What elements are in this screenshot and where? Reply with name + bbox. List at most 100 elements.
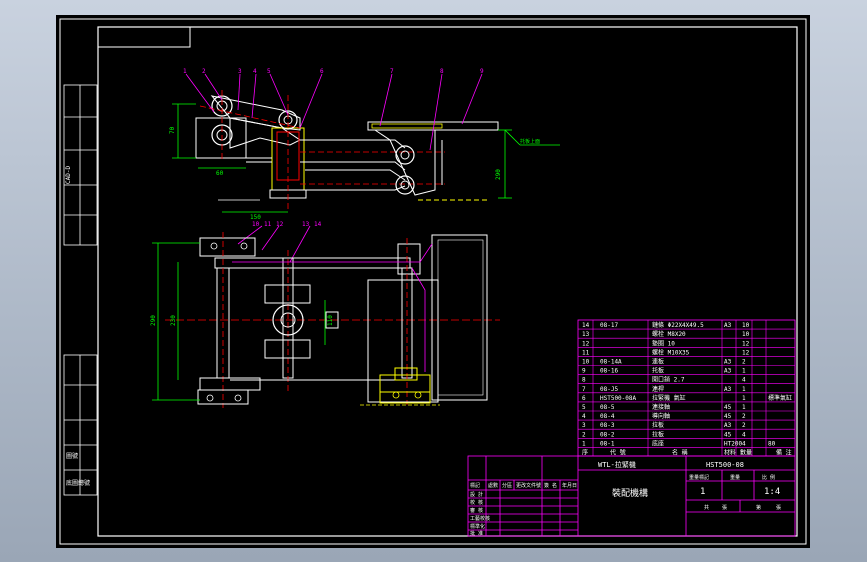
bom-row-no: 7 [582, 386, 586, 393]
bom-row-name: 螺栓 M8X20 [652, 330, 686, 338]
bom-row-mat: A3 [724, 386, 732, 393]
bom-row-no: 3 [582, 422, 586, 429]
bom-row-qty: 12 [742, 349, 750, 356]
sign-header-1: 分區 [502, 482, 512, 489]
bom-row-no: 14 [582, 322, 590, 329]
callout-1: 1 [183, 68, 187, 75]
bom-header-cell: 備 注 [776, 449, 792, 457]
dim-70: 70 [169, 126, 176, 134]
header-cell-1: 重量 [730, 474, 740, 481]
dim-150: 150 [250, 214, 261, 221]
bom-row-no: 10 [582, 359, 590, 366]
cad-drawing-canvas: CAD-D 圖號 底圖總號 托板上面 290 70 60 150 1 2 3 4… [56, 15, 810, 548]
bom-row-no: 2 [582, 431, 586, 438]
callout-3: 3 [238, 68, 242, 75]
header-cell-2: 比 例 [762, 474, 775, 481]
bom-row-name: 鏈條 Φ22X4X49.5 [652, 321, 704, 329]
callout-6: 6 [320, 68, 324, 75]
sign-label-1: 設 計 [470, 491, 483, 498]
bom-row-qty: 2 [742, 422, 746, 429]
bom-row-name: 墊圈 10 [652, 339, 675, 347]
bom-row-name: 連接軸 [652, 403, 670, 411]
callout-12: 12 [276, 221, 284, 228]
bom-row-name: 螺栓 M10X35 [652, 348, 690, 356]
bom-row-name: 導向軸 [652, 412, 670, 420]
bom-row-code: 08-14A [600, 359, 622, 366]
sign-header-4: 年月日 [562, 482, 577, 489]
sign-label-5: 標準化 [470, 523, 485, 530]
bom-row-qty: 4 [742, 431, 746, 438]
bom-row-qty: 1 [742, 386, 746, 393]
bom-row-code: 08-2 [600, 431, 615, 438]
bom-row-mat: A3 [724, 422, 732, 429]
dim-110: 110 [327, 315, 334, 326]
bom-header-cell: 代 號 [610, 449, 626, 457]
sheet-count: 1 [700, 487, 705, 497]
bom-row-no: 13 [582, 331, 590, 338]
bom-header-cell: 材料 [724, 449, 736, 457]
bom-row-no: 1 [582, 440, 586, 447]
sign-header-3: 簽 名 [544, 482, 557, 489]
bom-header-cell: 數量 [740, 449, 752, 457]
bom-row-qty: 10 [742, 322, 750, 329]
bom-row-no: 12 [582, 340, 590, 347]
title-right: HST500-08 [706, 461, 744, 469]
bom-row-code: 08-16 [600, 368, 618, 375]
bom-row-qty: 1 [742, 404, 746, 411]
sign-label-4: 工藝校核 [470, 515, 490, 522]
callout-2: 2 [202, 68, 206, 75]
bom-row-mat: A3 [724, 368, 732, 375]
footer-cell-0: 共 [704, 504, 709, 511]
bom-row-name: 連板 [652, 358, 664, 366]
dim-60: 60 [216, 170, 224, 177]
bom-header-cell: 名 稱 [672, 449, 688, 457]
bom-row-name: 拉緊機 氣缸 [652, 394, 686, 402]
callout-11: 11 [264, 221, 272, 228]
callout-14: 14 [314, 221, 322, 228]
footer-cell-1: 張 [722, 505, 727, 511]
bom-row-note: 標準氣缸 [768, 394, 792, 402]
bom-row-no: 9 [582, 368, 586, 375]
bom-row-code: 08-3 [600, 422, 615, 429]
bom-row-name: 托板 [652, 367, 664, 375]
bom-row-code: 08-1 [600, 440, 615, 447]
bom-row-mat: 45 [724, 404, 732, 411]
drawing-name: 裝配機構 [612, 487, 648, 499]
bom-row-name: 拉板 [652, 421, 664, 429]
bom-row-mat: 45 [724, 413, 732, 420]
callout-5: 5 [267, 68, 271, 75]
drawing-sheet [56, 15, 810, 548]
footer-cell-2: 第 [756, 504, 761, 511]
bom-row-code: 08-5 [600, 404, 615, 411]
bom-row-qty: 4 [742, 377, 746, 384]
bom-row-qty: 2 [742, 413, 746, 420]
bom-row-code: 08-J5 [600, 386, 618, 393]
bom-row-qty: 1 [742, 368, 746, 375]
bom-row-code: 08-4 [600, 413, 615, 420]
bom-row-name: 連桿 [652, 385, 664, 393]
dim-230: 230 [170, 315, 177, 326]
strip-label-ditu: 底圖總號 [66, 479, 90, 487]
bom-row-no: 8 [582, 377, 586, 384]
scale: 1:4 [764, 487, 780, 497]
bom-row-no: 5 [582, 404, 586, 411]
bom-row-qty: 12 [742, 340, 750, 347]
bom-row-code: 08-17 [600, 322, 618, 329]
bom-row-qty: 2 [742, 359, 746, 366]
bom-row-mat: A3 [724, 359, 732, 366]
sign-label-6: 批 准 [470, 530, 483, 537]
bom-row-code: HST500-08A [600, 395, 637, 402]
bom-row-qty: 10 [742, 331, 750, 338]
footer-cell-3: 張 [776, 505, 781, 511]
bom-row-mat: 45 [724, 431, 732, 438]
bom-row-no: 4 [582, 413, 586, 420]
title-left: WTL-拉緊機 [598, 460, 636, 469]
callout-4: 4 [253, 68, 257, 75]
bom-row-mat: A3 [724, 322, 732, 329]
callout-9: 9 [480, 68, 484, 75]
bom-row-note: 80 [768, 440, 776, 447]
bom-row-no: 11 [582, 349, 590, 356]
sign-label-3: 審 核 [470, 507, 483, 514]
bom-row-no: 6 [582, 395, 586, 402]
header-cell-0: 重量標記 [689, 474, 709, 481]
